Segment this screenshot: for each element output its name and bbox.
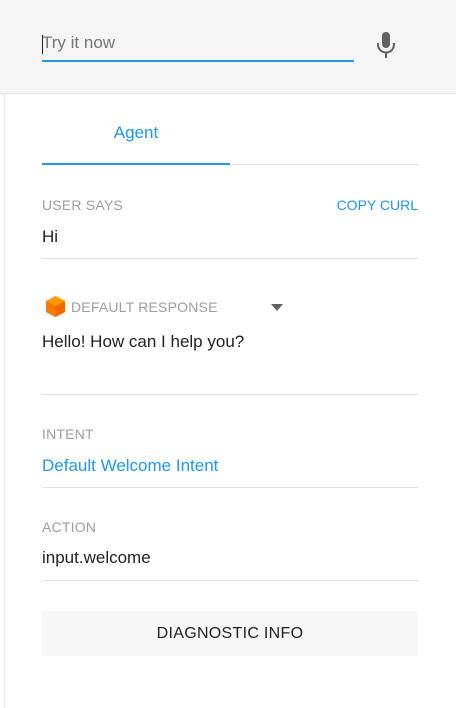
panel-left-border: [4, 94, 5, 708]
try-it-now-input[interactable]: [42, 28, 354, 62]
divider: [42, 580, 418, 581]
action-label: ACTION: [42, 519, 97, 535]
agent-cube-icon: [46, 296, 65, 317]
divider: [42, 394, 418, 395]
diagnostic-info-button[interactable]: DIAGNOSTIC INFO: [42, 611, 418, 656]
try-it-now-bar: [0, 0, 456, 94]
microphone-icon[interactable]: [375, 31, 397, 59]
default-response-value: Hello! How can I help you?: [42, 332, 245, 351]
action-value: input.welcome: [42, 548, 151, 567]
user-says-label: USER SAYS: [42, 197, 123, 213]
divider: [42, 487, 418, 488]
active-tab-indicator: [42, 163, 230, 165]
text-caret: [42, 35, 43, 54]
copy-curl-link[interactable]: COPY CURL: [337, 197, 418, 213]
divider: [42, 258, 418, 259]
tab-agent[interactable]: Agent: [42, 112, 230, 164]
user-says-value: Hi: [42, 227, 59, 246]
default-response-label: DEFAULT RESPONSE: [71, 299, 218, 315]
intent-link[interactable]: Default Welcome Intent: [42, 456, 218, 476]
dropdown-arrow-icon[interactable]: [271, 304, 283, 311]
intent-label: INTENT: [42, 426, 94, 442]
